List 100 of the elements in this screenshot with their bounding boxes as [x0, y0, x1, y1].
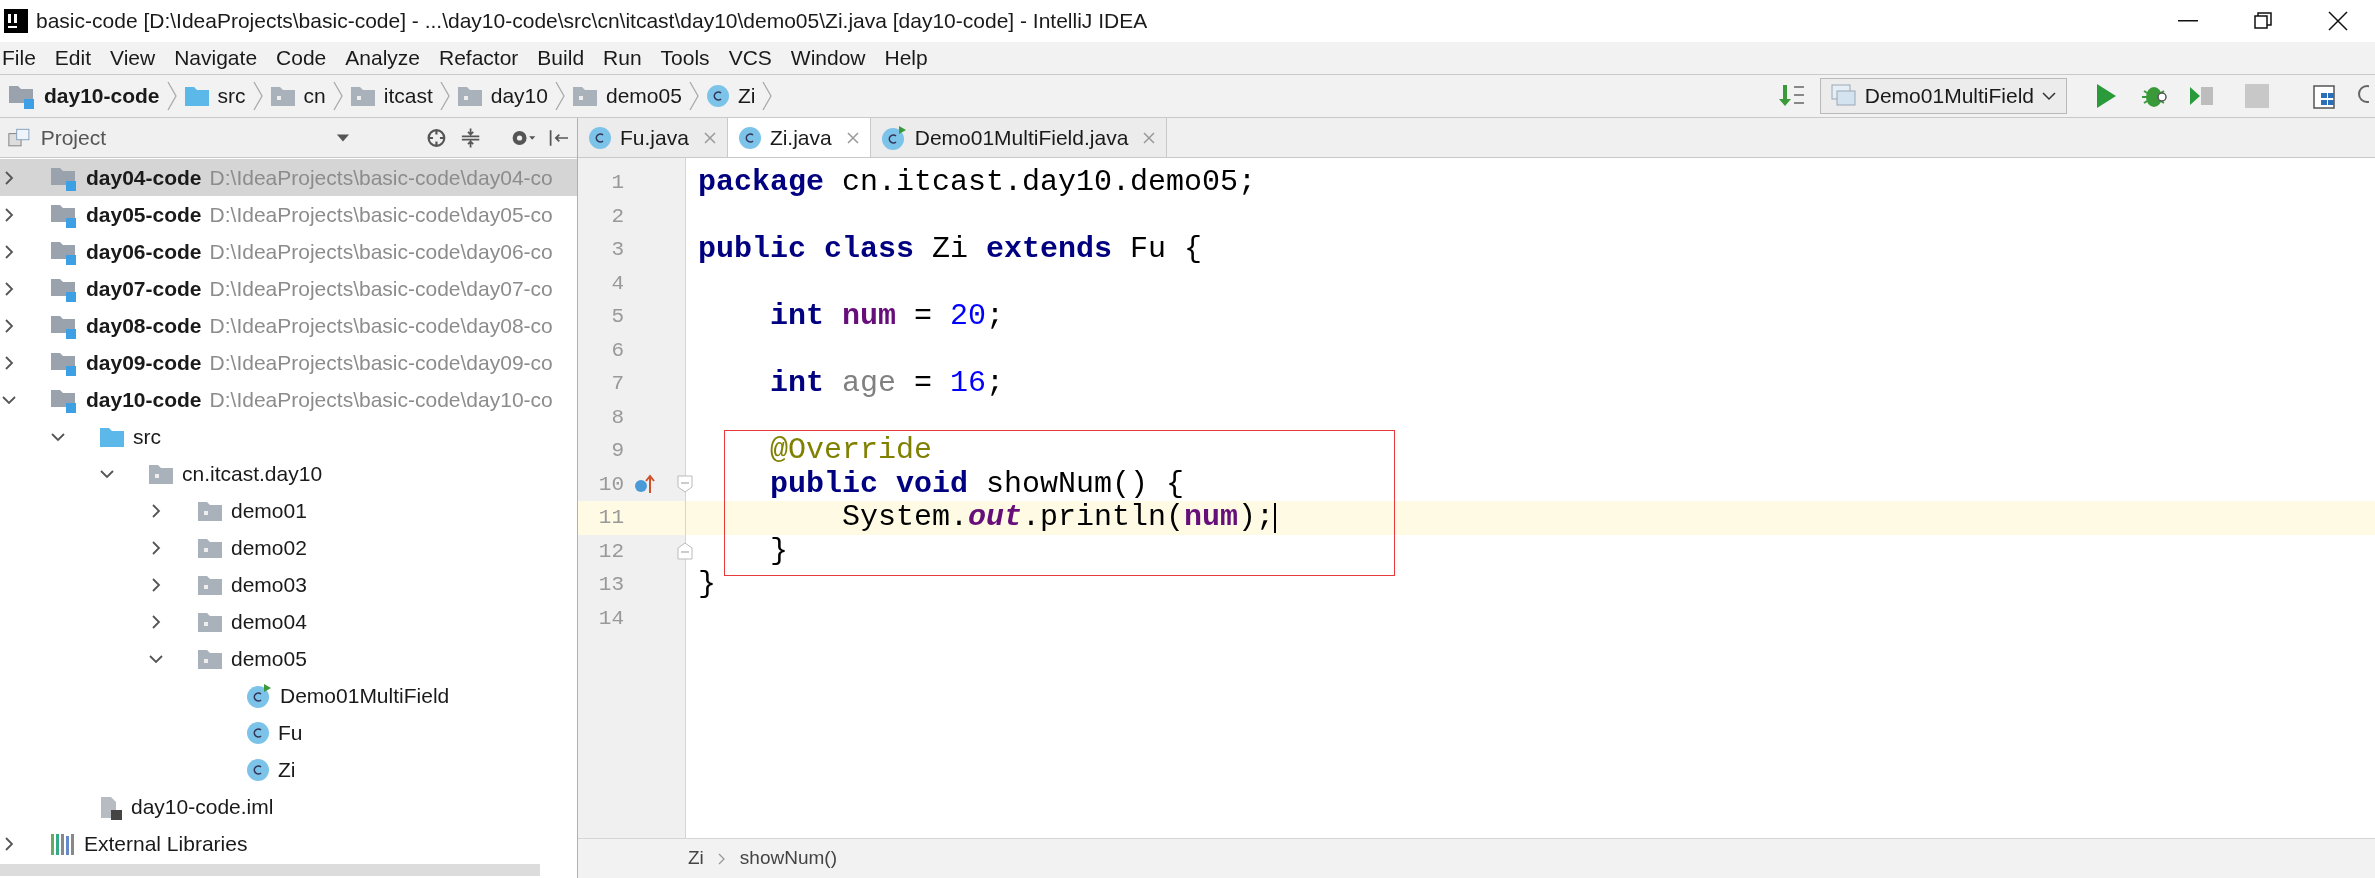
tree-item-label[interactable]: demo04 [231, 605, 307, 638]
tree-row[interactable]: day09-code D:\IdeaProjects\basic-code\day09-co [0, 344, 577, 381]
breadcrumb-item[interactable]: itcast [349, 80, 433, 112]
code-line: public class Zi extends Fu { [698, 231, 1203, 269]
package-folder-icon [197, 499, 223, 522]
tree-item-label[interactable]: src [133, 420, 161, 453]
menu-item[interactable]: File [2, 42, 36, 74]
package-folder-icon [197, 536, 223, 559]
chevron-right-icon[interactable] [149, 577, 163, 592]
tree-item-label[interactable]: demo01 [231, 494, 307, 527]
package-folder-icon [269, 85, 296, 107]
tree-item-path: D:\IdeaProjects\basic-code\day10-co [209, 386, 553, 413]
line-number: 13 [597, 572, 624, 598]
breadcrumb-item[interactable]: demo05 [572, 80, 682, 112]
chevron-right-icon[interactable] [149, 614, 163, 629]
breadcrumb-item[interactable]: showNum() [739, 844, 837, 873]
line-number: 6 [610, 337, 624, 364]
breadcrumb-item[interactable]: day10 [456, 80, 548, 112]
line-number: 11 [597, 505, 624, 531]
tree-item-label[interactable]: Demo01MultiField [280, 679, 450, 712]
chevron-right-icon[interactable] [2, 836, 16, 851]
package-folder-icon [197, 647, 223, 670]
tree-item-label[interactable]: day10-code [86, 383, 202, 416]
class-icon [705, 84, 730, 108]
chevron-right-icon[interactable] [2, 318, 16, 333]
tree-item-label[interactable]: demo05 [231, 642, 307, 675]
close-icon [1142, 130, 1157, 145]
class-icon [246, 757, 270, 782]
package-folder-icon [349, 85, 376, 107]
dropdown-arrow-icon[interactable] [336, 132, 350, 143]
panel-title: Project [40, 124, 106, 151]
runnable-class-icon [246, 682, 272, 709]
app-logo-icon [4, 9, 28, 33]
tree-row[interactable]: demo05 [0, 640, 577, 677]
chevron-right-icon[interactable] [2, 244, 16, 259]
tree-item-label[interactable]: day09-code [86, 346, 202, 379]
tree-item-label[interactable]: day04-code [86, 161, 202, 194]
horizontal-scrollbar[interactable] [0, 864, 540, 876]
tree-item-label[interactable]: day07-code [86, 272, 202, 305]
chevron-right-icon[interactable] [2, 281, 16, 296]
tree-item-label[interactable]: Fu [278, 716, 303, 749]
tree-item-label[interactable]: day10-code.iml [131, 790, 274, 823]
breadcrumb-item[interactable]: Zi [705, 80, 756, 112]
tree-row[interactable]: demo01 [0, 492, 577, 529]
breadcrumb-item[interactable]: day10-code [8, 80, 160, 112]
breadcrumb-item[interactable]: Zi [688, 844, 704, 873]
tree-row[interactable]: day04-code D:\IdeaProjects\basic-code\day04-co [0, 159, 577, 196]
tree-item-label[interactable]: External Libraries [84, 827, 248, 860]
line-number: 12 [597, 538, 624, 565]
menu-item[interactable]: Build [537, 42, 585, 74]
tree-item-label[interactable]: cn.itcast.day10 [182, 457, 323, 490]
menu-item[interactable]: Run [603, 42, 642, 74]
run-configuration-dropdown[interactable]: Demo01MultiField [1819, 78, 2067, 114]
chevron-right-icon[interactable] [149, 503, 163, 518]
editor-tab[interactable]: Zi.java [727, 118, 871, 157]
tree-item-label[interactable]: demo02 [231, 531, 307, 564]
tree-row[interactable]: src [0, 418, 577, 455]
tree-row[interactable]: cn.itcast.day10 [0, 455, 577, 492]
tree-item-label[interactable]: day08-code [86, 309, 202, 342]
breadcrumb-item[interactable]: cn [269, 80, 326, 112]
tree-item-label[interactable]: Zi [278, 753, 296, 786]
menu-item[interactable]: Tools [660, 42, 710, 74]
menu-item[interactable]: Refactor [439, 42, 519, 74]
tree-item-label[interactable]: demo03 [231, 568, 307, 601]
editor-tab[interactable]: Fu.java [578, 118, 728, 157]
chevron-right-icon[interactable] [2, 207, 16, 222]
menu-item[interactable]: Edit [54, 42, 92, 74]
menu-item[interactable]: View [110, 42, 156, 74]
tree-row[interactable]: demo04 [0, 603, 577, 640]
menu-item[interactable]: Window [790, 42, 866, 74]
collapse-all-icon[interactable] [460, 125, 480, 150]
editor-tab[interactable]: Demo01MultiField.java [870, 118, 1168, 157]
tree-row[interactable]: day07-code D:\IdeaProjects\basic-code\day07-co [0, 270, 577, 307]
tree-item-label[interactable]: day05-code [86, 198, 202, 231]
menu-item[interactable]: VCS [728, 42, 772, 74]
tree-row[interactable]: day05-code D:\IdeaProjects\basic-code\day05-co [0, 196, 577, 233]
code-line: int age = 16; [769, 365, 1005, 403]
chevron-right-icon[interactable] [2, 355, 16, 370]
tree-item-label[interactable]: day06-code [86, 235, 202, 268]
line-number: 9 [610, 438, 624, 464]
run-icon[interactable] [2095, 83, 2117, 109]
tree-row[interactable]: day10-code D:\IdeaProjects\basic-code\day10-co [0, 381, 577, 418]
tree-row[interactable]: demo03 [0, 566, 577, 603]
tree-row[interactable]: Zi [0, 751, 577, 788]
chevron-right-icon[interactable] [2, 170, 16, 185]
tree-row[interactable]: Demo01MultiField [0, 677, 577, 714]
tree-row[interactable]: day06-code D:\IdeaProjects\basic-code\day06-co [0, 233, 577, 270]
tree-row[interactable]: demo02 [0, 529, 577, 566]
tree-row[interactable]: day10-code.iml [0, 788, 577, 825]
tree-row[interactable]: External Libraries [0, 825, 577, 862]
tree-row[interactable]: day08-code D:\IdeaProjects\basic-code\day08-co [0, 307, 577, 344]
package-folder-icon [572, 85, 598, 107]
menu-item[interactable]: Navigate [174, 42, 258, 74]
menu-item[interactable]: Help [884, 42, 928, 74]
breadcrumb-item[interactable]: src [183, 80, 246, 112]
menu-item[interactable]: Analyze [345, 42, 420, 74]
restore-icon [2253, 12, 2272, 30]
tree-row[interactable]: Fu [0, 714, 577, 751]
chevron-right-icon[interactable] [149, 540, 163, 555]
menu-item[interactable]: Code [276, 42, 327, 74]
